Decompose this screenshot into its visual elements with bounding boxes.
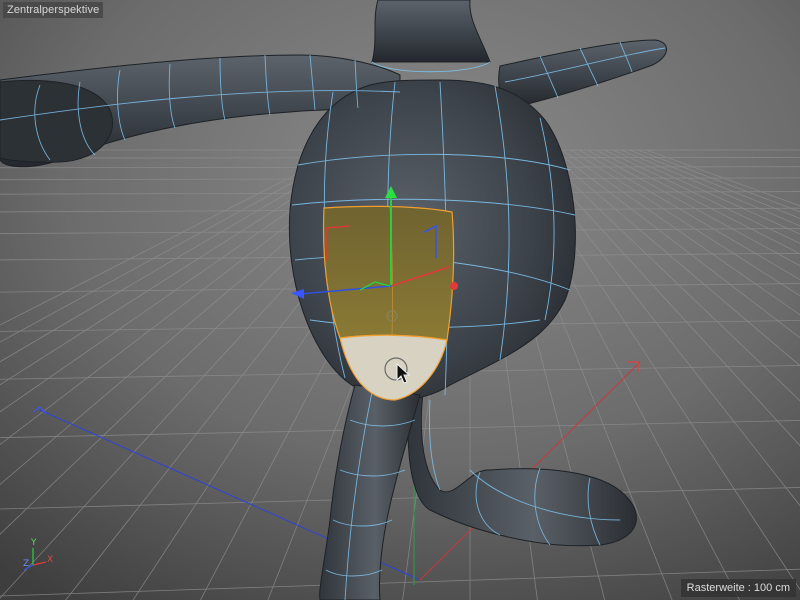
- grid-spacing-readout: Rasterweite : 100 cm: [680, 579, 796, 597]
- grid-spacing-label: Rasterweite: [686, 582, 745, 594]
- axis-label-x: X: [47, 555, 54, 565]
- grid-spacing-separator: :: [744, 582, 754, 594]
- editor-viewport[interactable]: Zentralperspektive Y X Z Rasterweite : 1…: [0, 0, 800, 600]
- view-title-label[interactable]: Zentralperspektive: [3, 2, 104, 18]
- viewport-canvas[interactable]: [0, 0, 800, 600]
- axis-label-y: Y: [31, 538, 37, 548]
- gizmo-x-handle[interactable]: [450, 282, 458, 290]
- axis-label-z: Z: [23, 559, 30, 569]
- grid-spacing-value: 100 cm: [753, 582, 790, 594]
